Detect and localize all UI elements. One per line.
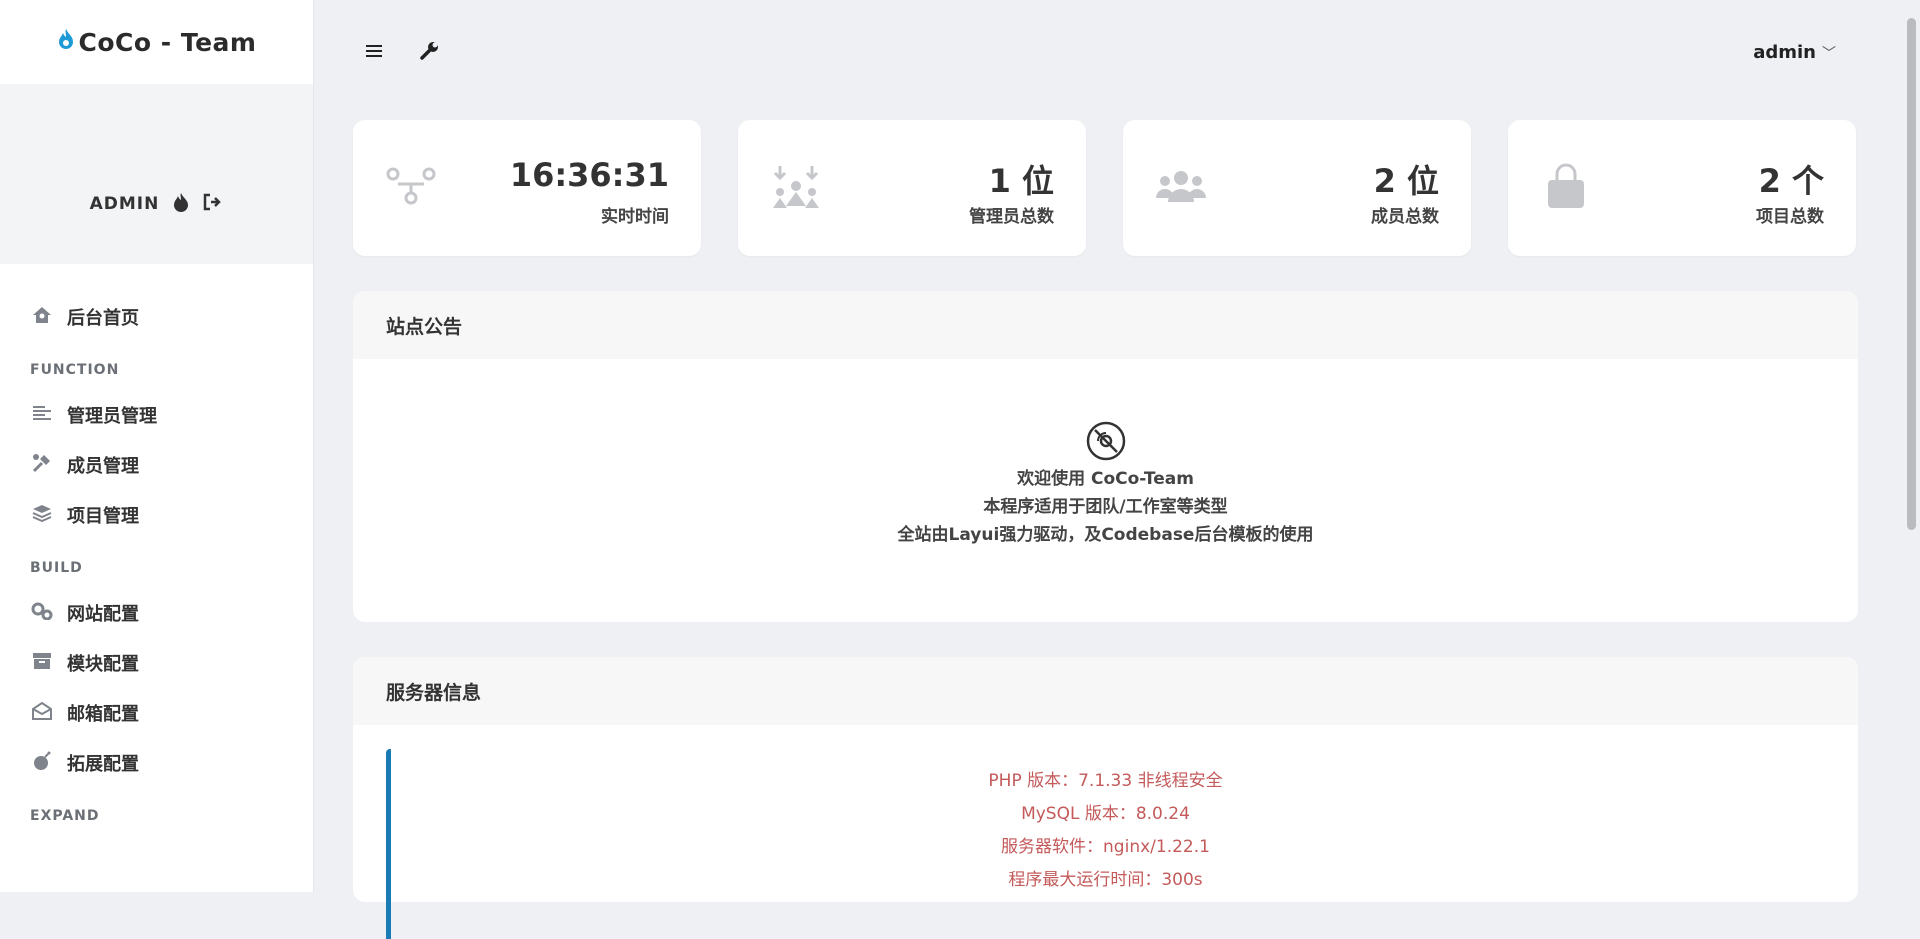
server-title: 服务器信息: [353, 657, 1858, 725]
sidebar-nav: 后台首页 FUNCTION 管理员管理 成员管理 项目管理 BUILD 网站配置…: [0, 264, 313, 836]
chevron-down-icon: ﹀: [1822, 46, 1836, 62]
network-icon: [386, 167, 436, 205]
people-arrows-icon: [773, 166, 819, 208]
sidebar-item-admins[interactable]: 管理员管理: [0, 390, 313, 440]
stat-card-projects: 2 个 项目总数: [1508, 120, 1856, 256]
stat-card-admins: 1 位 管理员总数: [738, 120, 1086, 256]
topbar: admin ﹀: [314, 0, 1904, 108]
sidebar-item-site-config[interactable]: 网站配置: [0, 588, 313, 638]
sidebar-item-home[interactable]: 后台首页: [0, 292, 313, 342]
sidebar-item-label: 项目管理: [67, 506, 139, 527]
notice-line: 全站由Layui强力驱动，及Codebase后台模板的使用: [897, 525, 1314, 545]
sidebar-item-label: 成员管理: [67, 456, 139, 477]
notice-line: 本程序适用于团队/工作室等类型: [983, 497, 1228, 517]
server-line: PHP 版本：7.1.33 非线程安全: [988, 771, 1223, 791]
stat-value: 2 位: [1373, 162, 1439, 200]
page-scrollbar[interactable]: [1907, 18, 1916, 530]
flame-icon: [57, 28, 75, 56]
envelope-open-icon: [30, 701, 54, 725]
tools-icon: [30, 453, 54, 478]
brand-title: CoCo - Team: [78, 27, 257, 57]
box-icon: [30, 652, 54, 675]
sidebar-item-extension-config[interactable]: 拓展配置: [0, 738, 313, 788]
server-lines: PHP 版本：7.1.33 非线程安全 MySQL 版本：8.0.24 服务器软…: [353, 725, 1858, 897]
user-name[interactable]: ADMIN: [90, 194, 160, 214]
sidebar-item-members[interactable]: 成员管理: [0, 440, 313, 490]
brand[interactable]: CoCo - Team: [0, 0, 313, 84]
users-icon: [1156, 171, 1206, 202]
sidebar-item-module-config[interactable]: 模块配置: [0, 638, 313, 688]
home-icon: [30, 306, 54, 329]
user-panel: ADMIN: [0, 84, 313, 264]
notice-title: 站点公告: [353, 291, 1858, 359]
stat-card-members: 2 位 成员总数: [1123, 120, 1471, 256]
notice-line: 欢迎使用 CoCo-Team: [1017, 469, 1194, 489]
sidebar-item-label: 网站配置: [67, 604, 139, 625]
notice-panel: 站点公告 欢迎使用 CoCo-Team 本程序适用于团队/工作室等类型 全站由L…: [353, 291, 1858, 622]
server-line: MySQL 版本：8.0.24: [1021, 804, 1190, 824]
menu-toggle-icon[interactable]: [366, 40, 384, 65]
stat-label: 实时时间: [601, 207, 669, 227]
stat-label: 管理员总数: [969, 207, 1054, 227]
sidebar-item-label: 邮箱配置: [67, 704, 139, 725]
user-menu-button[interactable]: admin ﹀: [1753, 42, 1836, 63]
wrench-icon[interactable]: [420, 40, 440, 66]
sidebar-item-label: 后台首页: [67, 308, 139, 329]
sidebar-item-label: 拓展配置: [67, 754, 139, 775]
sidebar-item-projects[interactable]: 项目管理: [0, 490, 313, 540]
server-line: 程序最大运行时间：300s: [1008, 870, 1203, 890]
section-expand: EXPAND: [30, 808, 100, 824]
sidebar: CoCo - Team ADMIN 后台首页 FUNCTION 管理员管理 成员…: [0, 0, 314, 892]
sidebar-item-mail-config[interactable]: 邮箱配置: [0, 688, 313, 738]
stat-label: 项目总数: [1756, 207, 1824, 227]
flame-icon[interactable]: [173, 192, 189, 217]
bomb-icon: [30, 751, 54, 776]
sidebar-item-label: 模块配置: [67, 654, 139, 675]
gears-icon: [30, 602, 54, 625]
list-icon: [30, 404, 54, 426]
logout-icon[interactable]: [203, 193, 223, 216]
stat-value: 1 位: [988, 162, 1054, 200]
server-body: PHP 版本：7.1.33 非线程安全 MySQL 版本：8.0.24 服务器软…: [353, 725, 1858, 939]
sidebar-item-label: 管理员管理: [67, 406, 157, 427]
stat-value: 2 个: [1758, 162, 1824, 200]
section-function: FUNCTION: [30, 362, 120, 378]
user-menu-label: admin: [1753, 42, 1816, 63]
layers-icon: [30, 504, 54, 527]
shopping-bag-icon: [1548, 163, 1584, 208]
stat-card-time: 16:36:31 实时时间: [353, 120, 701, 256]
stat-value: 16:36:31: [509, 156, 669, 194]
accent-bar: [386, 749, 391, 939]
server-panel: 服务器信息 PHP 版本：7.1.33 非线程安全 MySQL 版本：8.0.2…: [353, 657, 1858, 939]
section-build: BUILD: [30, 560, 83, 576]
notice-body: 欢迎使用 CoCo-Team 本程序适用于团队/工作室等类型 全站由Layui强…: [353, 359, 1858, 549]
server-line: 服务器软件：nginx/1.22.1: [1001, 837, 1210, 857]
disc-icon: [1086, 421, 1125, 461]
stat-label: 成员总数: [1371, 207, 1439, 227]
